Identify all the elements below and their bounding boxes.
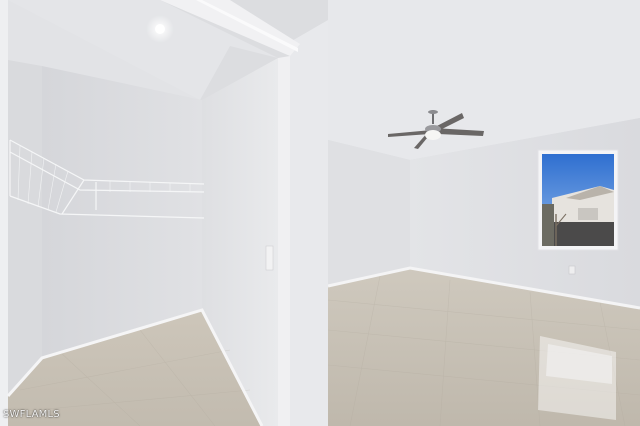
wall-outlet xyxy=(568,265,576,275)
light-switch xyxy=(265,245,274,271)
room-left-wall xyxy=(328,140,410,286)
main-room xyxy=(327,0,640,426)
closet xyxy=(6,0,278,426)
door-jamb xyxy=(278,56,290,426)
fan-light xyxy=(425,130,441,140)
closet-back-wall xyxy=(42,66,202,358)
room-photo: SWFLAMLS xyxy=(0,0,640,426)
partition-wall xyxy=(290,20,328,426)
watermark-text: SWFLAMLS xyxy=(3,409,60,420)
left-jamb xyxy=(0,0,8,426)
room-illustration xyxy=(0,0,640,426)
closet-left-wall xyxy=(8,60,42,396)
window xyxy=(537,149,619,251)
